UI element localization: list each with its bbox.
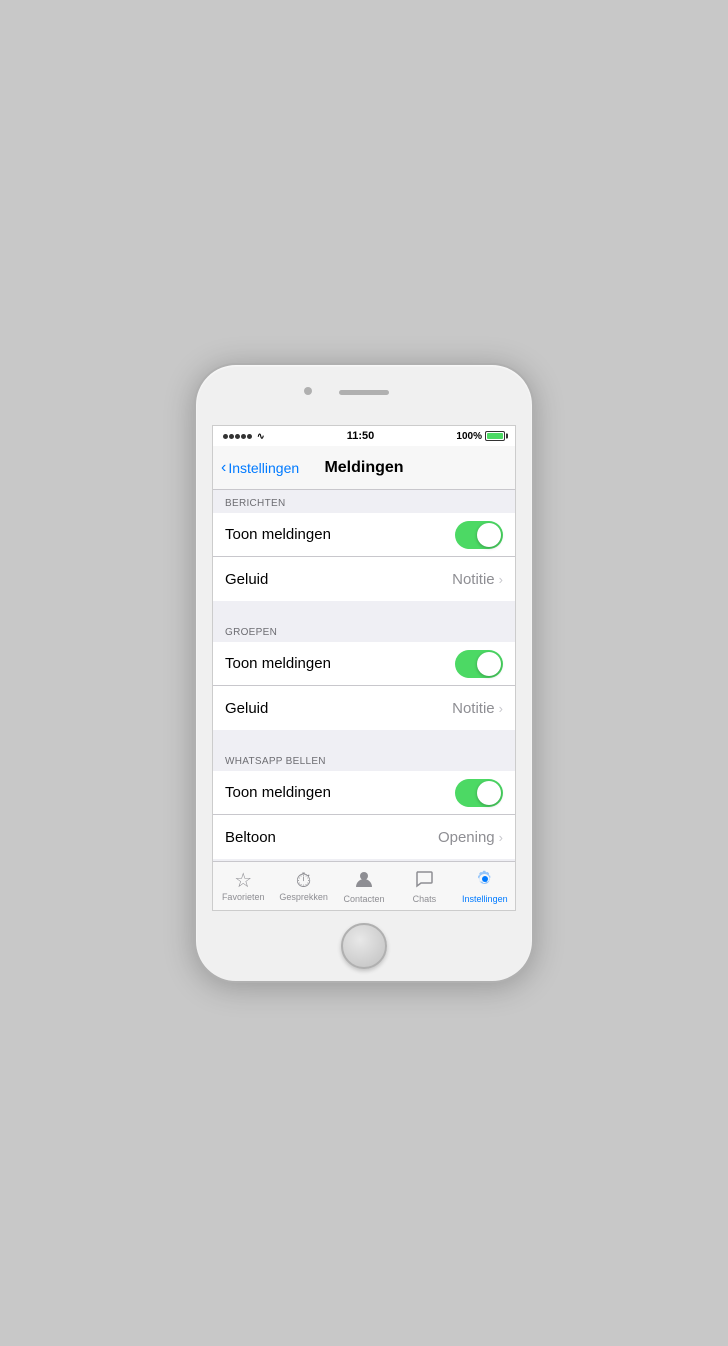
geluid-groepen-label: Geluid bbox=[225, 700, 268, 717]
dot-4 bbox=[241, 434, 246, 439]
favorieten-label: Favorieten bbox=[222, 892, 265, 902]
status-time: 11:50 bbox=[347, 430, 375, 442]
wifi-icon: ∿ bbox=[257, 431, 265, 442]
tab-chats[interactable]: Chats bbox=[394, 862, 454, 910]
toon-meldingen-berichten-label: Toon meldingen bbox=[225, 526, 331, 543]
toggle-thumb bbox=[477, 523, 501, 547]
nav-bar: ‹ Instellingen Meldingen bbox=[213, 446, 515, 490]
favorieten-icon: ☆ bbox=[234, 871, 252, 891]
tab-favorieten[interactable]: ☆ Favorieten bbox=[213, 862, 273, 910]
berichten-group: Toon meldingen Geluid Notitie › bbox=[213, 513, 515, 601]
chevron-right-icon-b: › bbox=[499, 830, 503, 845]
signal-dots bbox=[223, 434, 252, 439]
toon-meldingen-berichten-row: Toon meldingen bbox=[213, 513, 515, 557]
status-bar: ∿ 11:50 100% bbox=[213, 426, 515, 446]
geluid-groepen-value: Notitie › bbox=[452, 700, 503, 717]
section-header-groepen: GROEPEN bbox=[213, 619, 515, 642]
tab-instellingen[interactable]: Instellingen bbox=[455, 862, 515, 910]
toon-meldingen-groepen-label: Toon meldingen bbox=[225, 655, 331, 672]
page-title: Meldingen bbox=[324, 459, 403, 477]
geluid-groepen-row[interactable]: Geluid Notitie › bbox=[213, 686, 515, 730]
bellen-group: Toon meldingen Beltoon Opening › bbox=[213, 771, 515, 859]
gesprekken-icon: ⏱ bbox=[296, 871, 312, 891]
beltoon-text: Opening bbox=[438, 829, 495, 846]
dot-3 bbox=[235, 434, 240, 439]
back-chevron-icon: ‹ bbox=[221, 459, 226, 477]
instellingen-icon bbox=[475, 869, 495, 893]
section-header-bellen: WHATSAPP BELLEN bbox=[213, 748, 515, 771]
beltoon-row[interactable]: Beltoon Opening › bbox=[213, 815, 515, 859]
phone-top bbox=[196, 365, 532, 425]
back-label: Instellingen bbox=[228, 460, 299, 476]
gesprekken-label: Gesprekken bbox=[279, 892, 328, 902]
battery-percent: 100% bbox=[456, 431, 482, 442]
back-button[interactable]: ‹ Instellingen bbox=[221, 459, 299, 477]
home-button[interactable] bbox=[341, 923, 387, 969]
instellingen-label: Instellingen bbox=[462, 894, 508, 904]
geluid-berichten-label: Geluid bbox=[225, 571, 268, 588]
dot-5 bbox=[247, 434, 252, 439]
section-header-berichten: BERICHTEN bbox=[213, 490, 515, 513]
toggle-thumb-bellen bbox=[477, 781, 501, 805]
geluid-berichten-row[interactable]: Geluid Notitie › bbox=[213, 557, 515, 601]
battery-fill bbox=[487, 433, 503, 439]
groepen-group: Toon meldingen Geluid Notitie › bbox=[213, 642, 515, 730]
beltoon-label: Beltoon bbox=[225, 829, 276, 846]
speaker bbox=[339, 390, 389, 395]
battery-icon bbox=[485, 431, 505, 441]
toon-meldingen-bellen-toggle[interactable] bbox=[455, 779, 503, 807]
tab-contacten[interactable]: Contacten bbox=[334, 862, 394, 910]
geluid-berichten-value: Notitie › bbox=[452, 571, 503, 588]
toon-meldingen-groepen-row: Toon meldingen bbox=[213, 642, 515, 686]
tab-gesprekken[interactable]: ⏱ Gesprekken bbox=[273, 862, 333, 910]
settings-content: BERICHTEN Toon meldingen Geluid Notitie … bbox=[213, 490, 515, 861]
spacer-1 bbox=[213, 601, 515, 619]
spacer-2 bbox=[213, 730, 515, 748]
toon-meldingen-bellen-row: Toon meldingen bbox=[213, 771, 515, 815]
phone-device: ∿ 11:50 100% ‹ Instellingen Meldingen BE… bbox=[194, 363, 534, 983]
contacten-icon bbox=[354, 869, 374, 893]
geluid-berichten-text: Notitie bbox=[452, 571, 495, 588]
dot-1 bbox=[223, 434, 228, 439]
toon-meldingen-groepen-toggle[interactable] bbox=[455, 650, 503, 678]
chats-icon bbox=[414, 869, 434, 893]
geluid-groepen-text: Notitie bbox=[452, 700, 495, 717]
phone-bottom bbox=[196, 911, 532, 981]
tab-bar: ☆ Favorieten ⏱ Gesprekken Contacten bbox=[213, 861, 515, 910]
toon-meldingen-berichten-toggle[interactable] bbox=[455, 521, 503, 549]
status-right: 100% bbox=[456, 431, 505, 442]
chevron-right-icon: › bbox=[499, 572, 503, 587]
phone-screen: ∿ 11:50 100% ‹ Instellingen Meldingen BE… bbox=[212, 425, 516, 911]
chevron-right-icon-g: › bbox=[499, 701, 503, 716]
contacten-label: Contacten bbox=[344, 894, 385, 904]
front-camera bbox=[304, 387, 312, 395]
status-left: ∿ bbox=[223, 431, 265, 442]
toon-meldingen-bellen-label: Toon meldingen bbox=[225, 784, 331, 801]
beltoon-value: Opening › bbox=[438, 829, 503, 846]
toggle-thumb-groepen bbox=[477, 652, 501, 676]
dot-2 bbox=[229, 434, 234, 439]
chats-label: Chats bbox=[413, 894, 437, 904]
